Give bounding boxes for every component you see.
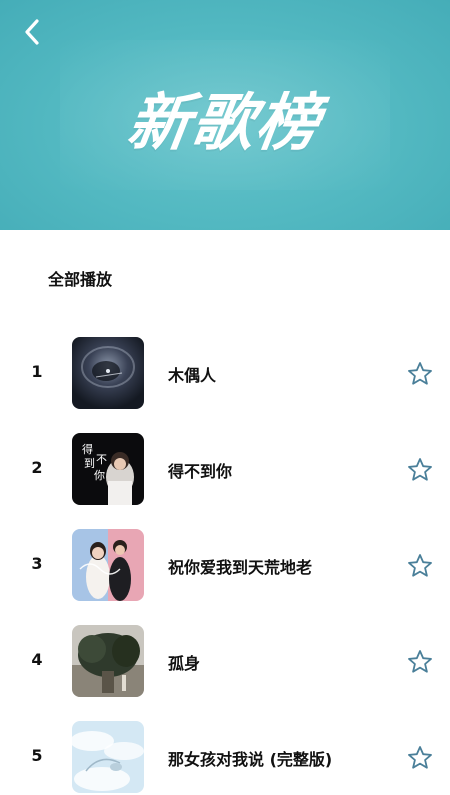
song-row[interactable]: 4 孤身 xyxy=(0,624,450,720)
song-title: 孤身 xyxy=(168,654,201,673)
album-cover: 得 到 不 你 xyxy=(72,433,144,505)
chart-banner: 新歌榜 xyxy=(0,0,450,230)
song-title: 祝你爱我到天荒地老 xyxy=(168,558,313,577)
song-row[interactable]: 3 祝你爱我到天荒地老 xyxy=(0,528,450,624)
song-rank: 1 xyxy=(31,362,43,381)
play-all-button[interactable]: 全部播放 xyxy=(48,266,112,290)
svg-text:不: 不 xyxy=(96,453,107,466)
song-rank: 3 xyxy=(31,554,43,573)
song-rank: 5 xyxy=(31,746,43,765)
banner-title: 新歌榜 xyxy=(123,86,326,159)
song-row[interactable]: 2 得 到 不 你 得不到你 xyxy=(0,432,450,528)
back-button[interactable] xyxy=(14,14,50,50)
star-outline-icon[interactable] xyxy=(406,360,434,388)
album-cover xyxy=(72,337,144,409)
album-cover xyxy=(72,529,144,601)
song-rank: 2 xyxy=(31,458,43,477)
song-list: 1 木偶人 2 得 到 不 你 得不到你 3 祝你爱我到天荒地老 4 孤身 5 … xyxy=(0,336,450,795)
album-cover xyxy=(72,721,144,793)
song-row[interactable]: 5 那女孩对我说 (完整版) xyxy=(0,720,450,795)
chevron-left-icon xyxy=(25,19,39,45)
star-outline-icon[interactable] xyxy=(406,648,434,676)
star-outline-icon[interactable] xyxy=(406,744,434,772)
album-cover xyxy=(72,625,144,697)
star-outline-icon[interactable] xyxy=(406,456,434,484)
song-title: 木偶人 xyxy=(168,366,217,385)
song-title: 那女孩对我说 (完整版) xyxy=(168,750,333,769)
star-outline-icon[interactable] xyxy=(406,552,434,580)
svg-text:得: 得 xyxy=(82,443,93,456)
song-title: 得不到你 xyxy=(168,462,233,481)
song-row[interactable]: 1 木偶人 xyxy=(0,336,450,432)
svg-text:你: 你 xyxy=(94,469,105,482)
song-rank: 4 xyxy=(31,650,43,669)
